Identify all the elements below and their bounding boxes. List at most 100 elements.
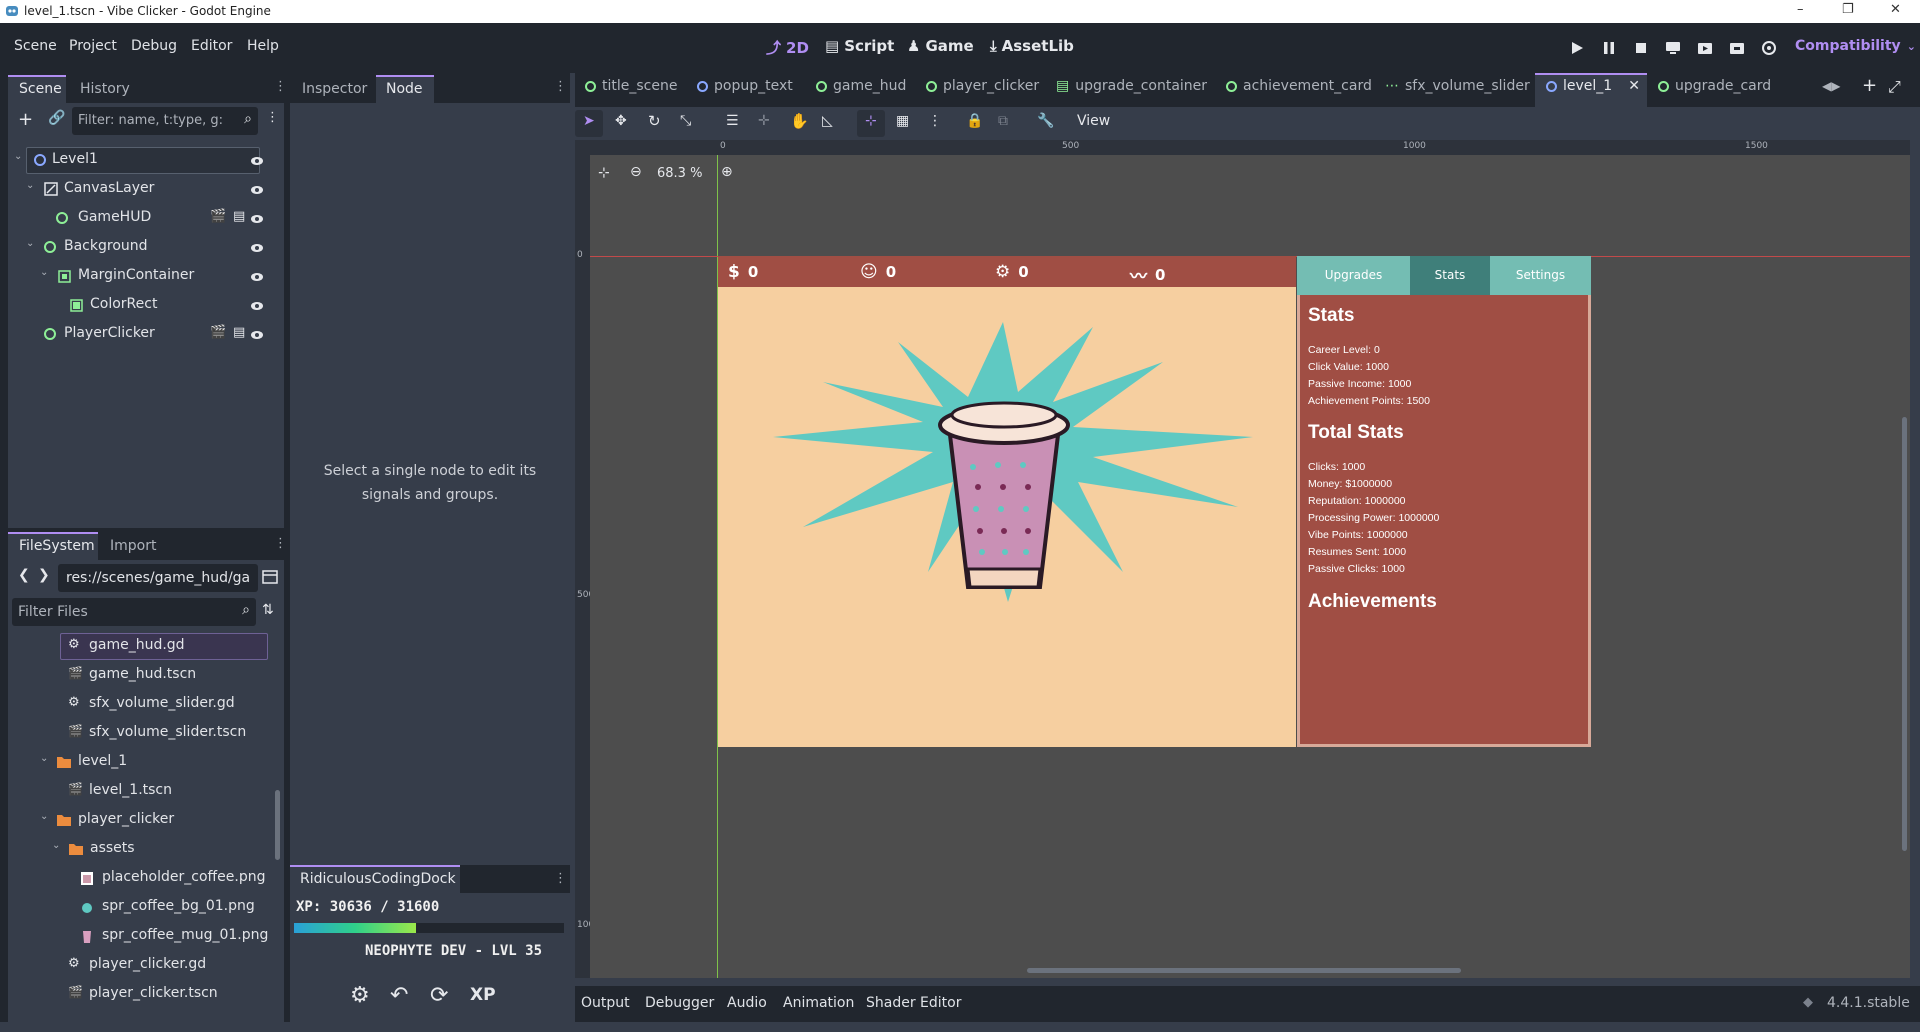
expand-arrow-icon[interactable]: ⌄ (40, 811, 48, 822)
file-item-spr-coffee-mug-png[interactable]: spr_coffee_mug_01.png (8, 922, 278, 951)
tab-settings[interactable]: Settings (1490, 256, 1591, 295)
file-item-game-hud-tscn[interactable]: 🎬 game_hud.tscn (8, 661, 278, 690)
tab-game-hud[interactable]: game_hud (816, 78, 906, 94)
tab-popup-text[interactable]: popup_text (697, 78, 793, 94)
tree-node-level1[interactable]: ⌄ Level1 (8, 146, 278, 175)
reset-icon[interactable]: ⟳ (430, 983, 448, 1008)
scale-mode-icon[interactable]: ⤡ (680, 113, 691, 129)
tree-node-colorrect[interactable]: ColorRect (8, 291, 278, 320)
list-select-icon[interactable]: ☰ (726, 113, 739, 129)
add-tab-icon[interactable]: + (1862, 75, 1877, 96)
tree-node-playerclicker[interactable]: PlayerClicker 🎬 ▤ (8, 320, 278, 349)
back-arrow-icon[interactable]: ❮ (18, 567, 30, 583)
file-item-level-1-tscn[interactable]: 🎬 level_1.tscn (8, 777, 278, 806)
workspace-game-button[interactable]: ♟ Game (907, 37, 974, 55)
file-item-game-hud-gd[interactable]: ⚙ game_hud.gd (8, 632, 278, 661)
play-area[interactable] (718, 287, 1296, 747)
maximize-button[interactable]: ❐ (1842, 2, 1854, 17)
tab-achievement-card[interactable]: achievement_card (1226, 78, 1372, 94)
tree-node-background[interactable]: ⌄ Background (8, 233, 278, 262)
expand-arrow-icon[interactable]: ⌄ (26, 180, 34, 191)
move-mode-icon[interactable]: ✥ (615, 113, 627, 129)
pause-icon[interactable] (1600, 39, 1618, 57)
menu-editor[interactable]: Editor (191, 38, 232, 54)
folder-assets[interactable]: ⌄ assets (8, 835, 278, 864)
undo-icon[interactable]: ↶ (390, 983, 408, 1008)
tab-stats[interactable]: Stats (1410, 256, 1490, 295)
zoom-level[interactable]: 68.3 % (657, 166, 702, 181)
attached-script-icon[interactable]: ▤ (233, 325, 245, 340)
filesystem-scrollbar[interactable] (275, 790, 280, 860)
snap-options-icon[interactable]: ⋮ (928, 113, 942, 129)
tab-scene[interactable]: Scene (19, 81, 62, 97)
expand-arrow-icon[interactable]: ⌄ (14, 151, 22, 162)
dock-menu-icon[interactable]: ⋮ (274, 536, 287, 551)
tab-upgrade-container[interactable]: ▤ upgrade_container (1056, 78, 1207, 94)
tab-history[interactable]: History (80, 81, 130, 97)
xp-icon[interactable]: XP (470, 985, 496, 1005)
movie-maker-icon[interactable] (1760, 39, 1778, 57)
zoom-out-icon[interactable]: ⊖ (630, 164, 642, 180)
open-scene-icon[interactable]: 🎬 (210, 209, 226, 224)
tab-sfx-volume-slider[interactable]: ⋯ sfx_volume_slider (1385, 78, 1530, 94)
menu-scene[interactable]: Scene (14, 38, 57, 54)
expand-arrow-icon[interactable]: ⌄ (40, 753, 48, 764)
visibility-eye-icon[interactable] (250, 270, 264, 284)
tab-player-clicker[interactable]: player_clicker (926, 78, 1039, 94)
play-custom-scene-icon[interactable] (1728, 39, 1746, 57)
tab-ridiculous-coding[interactable]: RidiculousCodingDock (300, 871, 456, 887)
path-field[interactable]: res://scenes/game_hud/ga (58, 564, 258, 592)
visibility-eye-icon[interactable] (250, 154, 264, 168)
tab-animation[interactable]: Animation (783, 995, 854, 1011)
distraction-free-icon[interactable]: ⤢ (1888, 77, 1901, 97)
tab-audio[interactable]: Audio (727, 995, 767, 1011)
close-tab-icon[interactable]: ✕ (1628, 78, 1640, 94)
select-mode-icon[interactable]: ➤ (583, 113, 595, 129)
tab-shader-editor[interactable]: Shader Editor (866, 995, 961, 1011)
view-menu[interactable]: View (1077, 113, 1110, 129)
settings-gear-icon[interactable]: ⚙ (350, 983, 370, 1008)
stop-icon[interactable] (1632, 39, 1650, 57)
visibility-eye-icon[interactable] (250, 183, 264, 197)
expand-arrow-icon[interactable]: ⌄ (26, 238, 34, 249)
dock-menu-icon[interactable]: ⋮ (554, 79, 567, 94)
rotate-mode-icon[interactable]: ↻ (648, 112, 661, 130)
folder-player-clicker[interactable]: ⌄ player_clicker (8, 806, 278, 835)
menu-project[interactable]: Project (69, 38, 117, 54)
canvas-viewport[interactable]: ⊹ ⊖ 68.3 % ⊕ $0 ☺ 0 ⚙ 0 〰 0 Upgrades Sta… (590, 155, 1910, 978)
minimize-button[interactable]: – (1797, 2, 1804, 17)
dock-menu-icon[interactable]: ⋮ (274, 79, 287, 94)
attached-script-icon[interactable]: ▤ (233, 209, 245, 224)
center-view-icon[interactable]: ⊹ (598, 165, 610, 181)
bone-tool-icon[interactable]: 🔧 (1037, 113, 1054, 129)
tab-node[interactable]: Node (386, 81, 423, 97)
tab-upgrades[interactable]: Upgrades (1297, 256, 1410, 295)
expand-arrow-icon[interactable]: ⌄ (52, 840, 60, 851)
visibility-eye-icon[interactable] (250, 212, 264, 226)
instance-scene-icon[interactable]: 🔗 (48, 110, 65, 126)
tree-node-gamehud[interactable]: GameHUD 🎬 ▤ (8, 204, 278, 233)
zoom-in-icon[interactable]: ⊕ (721, 164, 733, 180)
tab-import[interactable]: Import (110, 538, 156, 554)
scene-options-icon[interactable]: ⋮ (266, 110, 279, 125)
file-item-player-clicker-tscn[interactable]: 🎬 player_clicker.tscn (8, 980, 278, 1009)
tab-filesystem[interactable]: FileSystem (19, 538, 95, 554)
play-icon[interactable] (1568, 39, 1586, 57)
smart-snap-icon[interactable]: ⊹ (865, 113, 877, 129)
close-window-button[interactable]: ✕ (1890, 2, 1901, 17)
workspace-script-button[interactable]: ▤ Script (825, 37, 894, 55)
expand-arrow-icon[interactable]: ⌄ (40, 267, 48, 278)
lock-icon[interactable]: 🔒 (966, 113, 983, 129)
add-node-icon[interactable]: + (18, 109, 33, 130)
renderer-selector[interactable]: Compatibility ⌄ (1795, 38, 1916, 54)
scroll-tabs-icon[interactable]: ◀▶ (1822, 79, 1840, 93)
file-item-placeholder-coffee-png[interactable]: placeholder_coffee.png (8, 864, 278, 893)
file-item-spr-coffee-bg-png[interactable]: spr_coffee_bg_01.png (8, 893, 278, 922)
coffee-cup-icon[interactable] (938, 401, 1070, 589)
group-icon[interactable]: ⧉ (998, 113, 1008, 129)
folder-level-1[interactable]: ⌄ level_1 (8, 748, 278, 777)
file-item-player-clicker-gd[interactable]: ⚙ player_clicker.gd (8, 951, 278, 980)
ruler-mode-icon[interactable]: ◺ (822, 113, 833, 129)
tree-node-canvaslayer[interactable]: ⌄ CanvasLayer (8, 175, 278, 204)
tab-output[interactable]: Output (581, 995, 630, 1011)
